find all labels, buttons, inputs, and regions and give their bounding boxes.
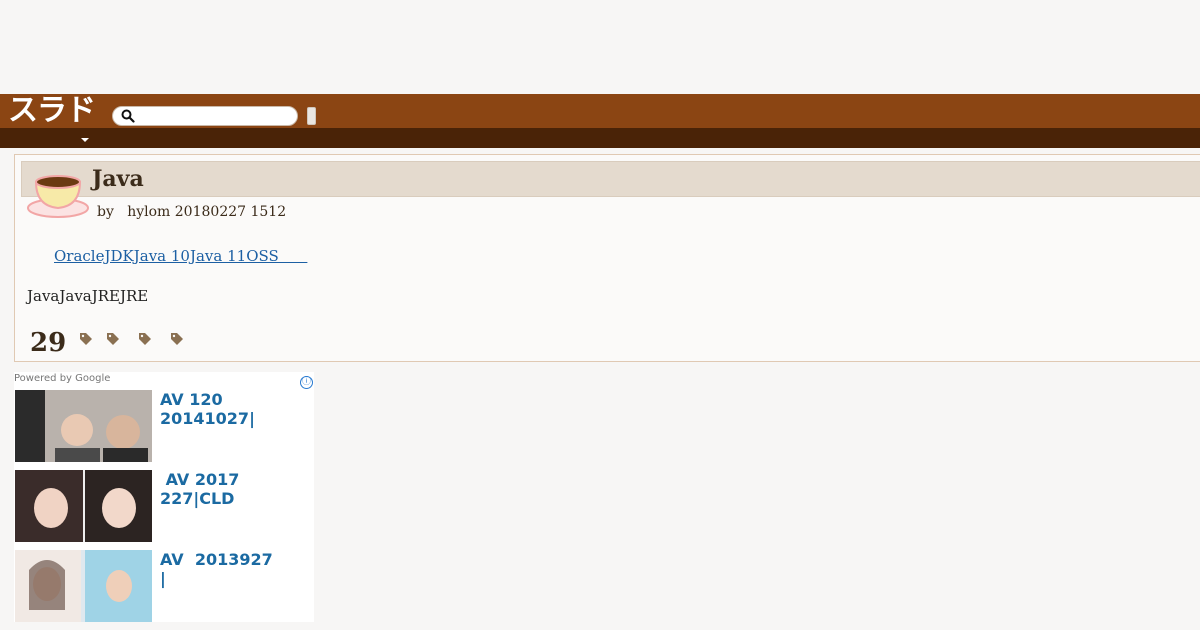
- ad-thumbnail[interactable]: [15, 470, 152, 542]
- sub-navigation-bar: [0, 128, 1200, 148]
- ad-powered-by-label: Powered by Google: [14, 373, 111, 384]
- tag-icon[interactable]: [106, 332, 120, 346]
- ad-headline[interactable]: AV 2017 227|CLD: [160, 470, 300, 508]
- tag-icon[interactable]: [79, 332, 93, 346]
- story-body: JavaJavaJREJRE: [27, 287, 149, 305]
- comment-count[interactable]: 29: [30, 328, 66, 358]
- search-icon: [121, 109, 135, 123]
- chevron-down-icon[interactable]: [81, 138, 89, 142]
- tag-icon[interactable]: [170, 332, 184, 346]
- search-button[interactable]: [307, 107, 316, 125]
- site-logo[interactable]: スラド: [8, 96, 96, 126]
- ad-thumbnail[interactable]: [15, 390, 152, 462]
- tag-icon[interactable]: [138, 332, 152, 346]
- search-text-field[interactable]: [141, 108, 295, 126]
- story-title-bar: [21, 161, 1200, 197]
- story-byline: by hylom 20180227 1512: [97, 204, 287, 220]
- ad-item[interactable]: AV 120 20141027|: [14, 390, 314, 462]
- story-title[interactable]: Java: [92, 166, 144, 192]
- ad-item[interactable]: AV 2017 227|CLD: [14, 470, 314, 542]
- ad-thumbnail[interactable]: [15, 550, 152, 622]
- ad-item[interactable]: AV 2013927 |: [14, 550, 314, 622]
- ad-headline[interactable]: AV 2013927 |: [160, 550, 300, 588]
- java-coffee-cup-icon[interactable]: [26, 170, 90, 220]
- top-blank-area: [0, 0, 1200, 94]
- info-icon[interactable]: ⓘ: [300, 376, 313, 389]
- story-source-link[interactable]: OracleJDKJava 10Java 11OSS: [54, 246, 307, 266]
- search-input[interactable]: [112, 106, 298, 126]
- ad-headline[interactable]: AV 120 20141027|: [160, 390, 300, 428]
